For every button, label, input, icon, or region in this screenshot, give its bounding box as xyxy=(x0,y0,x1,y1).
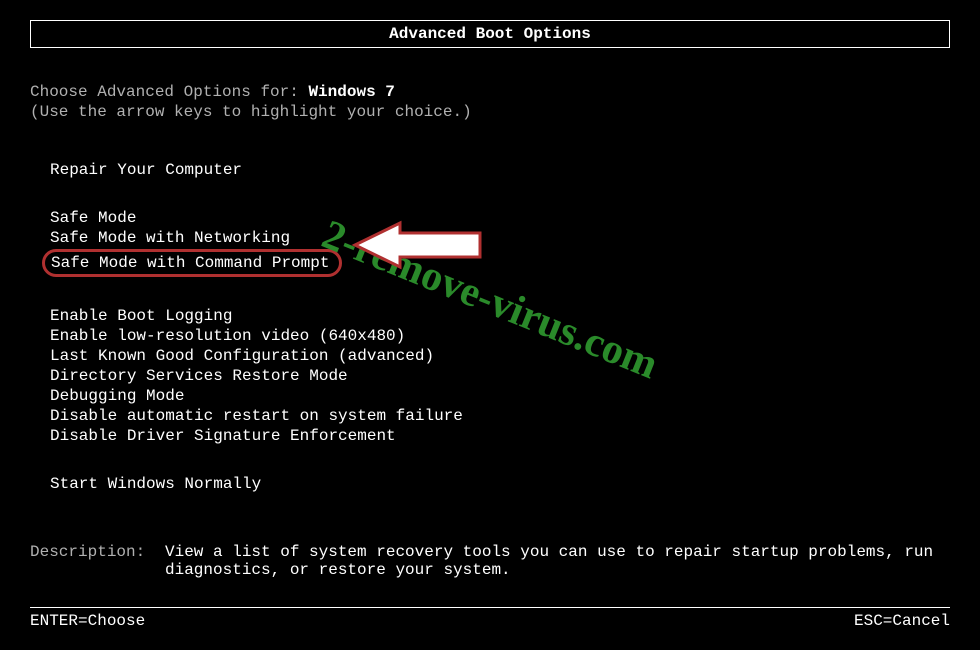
option-disable-driver-sig[interactable]: Disable Driver Signature Enforcement xyxy=(50,427,950,445)
option-boot-logging[interactable]: Enable Boot Logging xyxy=(50,307,950,325)
description-text: View a list of system recovery tools you… xyxy=(165,543,950,579)
option-start-normal[interactable]: Start Windows Normally xyxy=(50,475,950,493)
option-last-known[interactable]: Last Known Good Configuration (advanced) xyxy=(50,347,950,365)
os-name: Windows 7 xyxy=(308,83,394,101)
boot-screen: Advanced Boot Options Choose Advanced Op… xyxy=(0,0,980,599)
prompt-prefix: Choose Advanced Options for: xyxy=(30,83,308,101)
prompt-section: Choose Advanced Options for: Windows 7 (… xyxy=(30,83,950,121)
esc-hint: ESC=Cancel xyxy=(854,612,950,630)
screen-title: Advanced Boot Options xyxy=(389,25,591,43)
option-disable-restart[interactable]: Disable automatic restart on system fail… xyxy=(50,407,950,425)
option-ds-restore[interactable]: Directory Services Restore Mode xyxy=(50,367,950,385)
description-section: Description: View a list of system recov… xyxy=(30,543,950,579)
prompt-line-2: (Use the arrow keys to highlight your ch… xyxy=(30,103,950,121)
prompt-line-1: Choose Advanced Options for: Windows 7 xyxy=(30,83,950,101)
enter-hint: ENTER=Choose xyxy=(30,612,145,630)
option-low-res[interactable]: Enable low-resolution video (640x480) xyxy=(50,327,950,345)
title-box: Advanced Boot Options xyxy=(30,20,950,48)
options-list: Repair Your Computer Safe Mode Safe Mode… xyxy=(50,161,950,493)
option-debugging[interactable]: Debugging Mode xyxy=(50,387,950,405)
option-safe-mode-networking[interactable]: Safe Mode with Networking xyxy=(50,229,950,247)
description-label: Description: xyxy=(30,543,165,579)
footer-bar: ENTER=Choose ESC=Cancel xyxy=(30,607,950,630)
option-repair[interactable]: Repair Your Computer xyxy=(50,161,950,179)
option-safe-mode[interactable]: Safe Mode xyxy=(50,209,950,227)
option-safe-mode-cmd-highlighted[interactable]: Safe Mode with Command Prompt xyxy=(42,249,342,277)
